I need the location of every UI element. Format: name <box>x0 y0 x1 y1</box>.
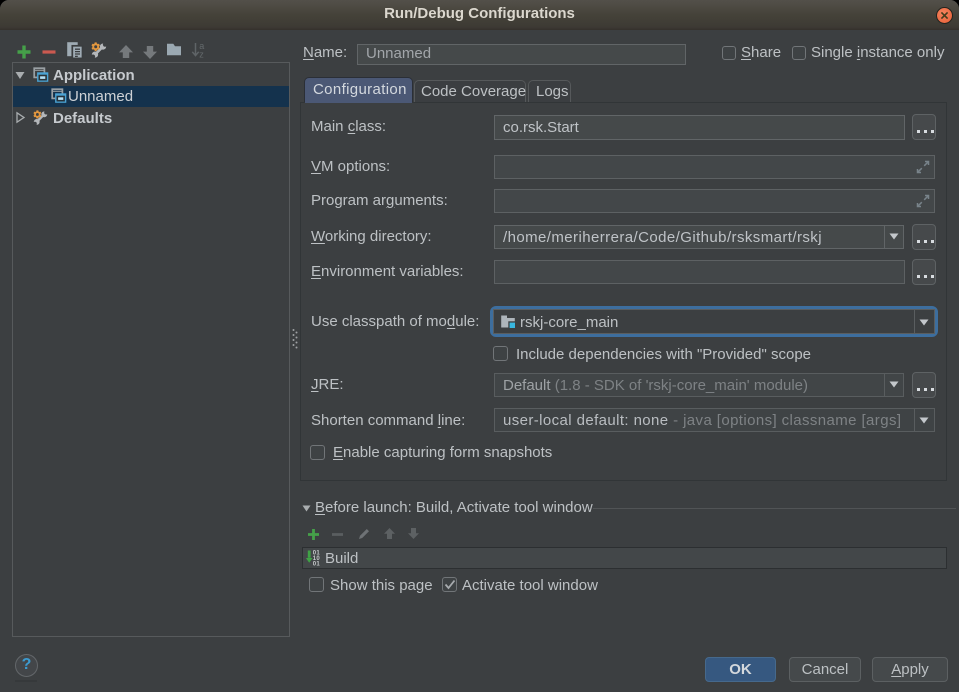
svg-text:01: 01 <box>313 562 321 568</box>
svg-text:z: z <box>199 50 204 60</box>
